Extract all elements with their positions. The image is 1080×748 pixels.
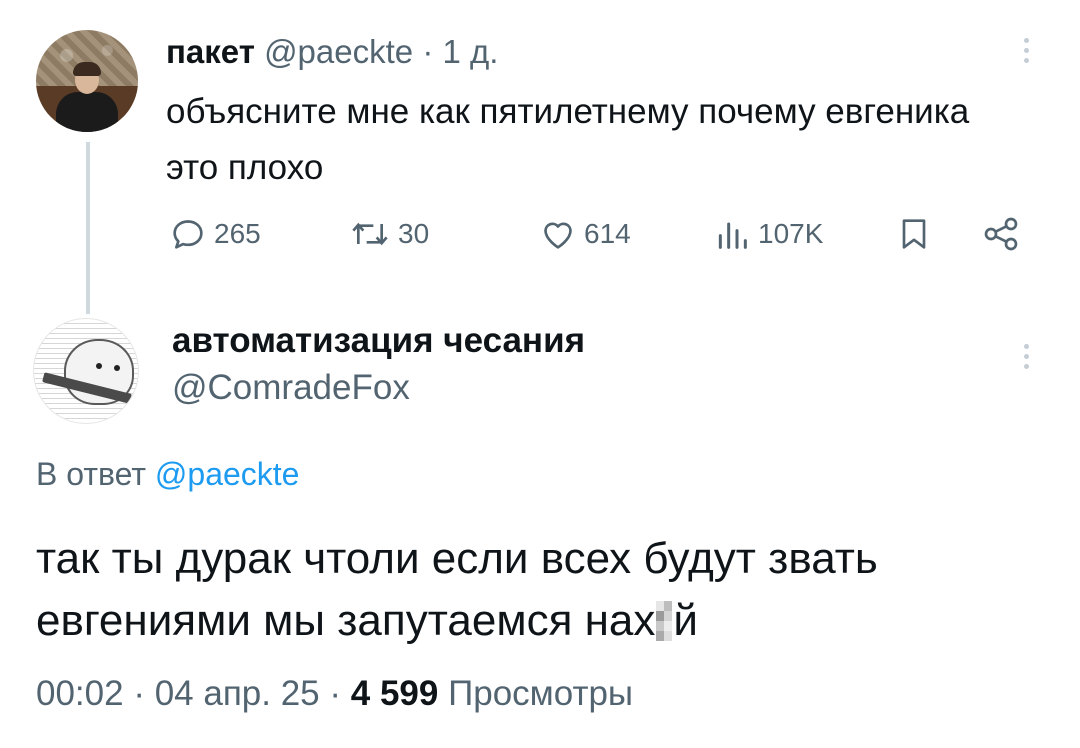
retweet-button[interactable]: 30 bbox=[348, 212, 429, 256]
views-count: 107K bbox=[758, 218, 824, 249]
display-name[interactable]: автоматизация чесания bbox=[172, 320, 585, 362]
reply-count: 265 bbox=[214, 218, 261, 249]
separator-dot: · bbox=[329, 674, 342, 713]
more-icon[interactable] bbox=[1024, 38, 1032, 68]
thread-connector-line bbox=[86, 142, 90, 314]
reply-button[interactable]: 265 bbox=[168, 212, 261, 256]
tweet-text-part: так ты дурак чтоли если всех будут звать… bbox=[36, 534, 878, 645]
views-label: Просмотры bbox=[448, 674, 634, 713]
retweet-icon bbox=[352, 222, 388, 246]
tweet-date[interactable]: 04 апр. 25 bbox=[155, 674, 320, 713]
like-icon bbox=[544, 222, 572, 249]
bookmark-icon bbox=[902, 219, 926, 249]
reply-icon bbox=[173, 220, 203, 249]
avatar[interactable] bbox=[36, 30, 138, 132]
reply-context: В ответ @paeckte bbox=[36, 454, 299, 494]
tweet-text: так ты дурак чтоли если всех будут звать… bbox=[36, 528, 1046, 652]
like-count: 614 bbox=[584, 218, 631, 249]
tweet-time[interactable]: 1 д. bbox=[443, 33, 499, 70]
views-button[interactable]: 107K bbox=[712, 212, 823, 256]
views-icon bbox=[718, 222, 747, 249]
retweet-count: 30 bbox=[398, 218, 430, 249]
separator-dot: · bbox=[422, 33, 434, 70]
separator-dot: · bbox=[133, 674, 145, 713]
bookmark-button[interactable] bbox=[894, 212, 934, 256]
tweet-header: пакет @paeckte · 1 д. bbox=[166, 32, 498, 72]
share-button[interactable] bbox=[980, 212, 1022, 256]
tweet-time[interactable]: 00:02 bbox=[36, 674, 124, 713]
more-icon[interactable] bbox=[1024, 344, 1032, 374]
user-handle[interactable]: @paeckte bbox=[264, 33, 413, 70]
like-button[interactable]: 614 bbox=[538, 212, 631, 256]
tweet-meta: 00:02 · 04 апр. 25 · 4 599 Просмотры bbox=[36, 672, 633, 716]
avatar-eye bbox=[96, 363, 102, 369]
user-handle[interactable]: @ComradeFox bbox=[172, 366, 410, 410]
censor-blur bbox=[656, 601, 673, 641]
avatar[interactable] bbox=[33, 318, 139, 424]
reply-prefix: В ответ bbox=[36, 456, 147, 492]
display-name[interactable]: пакет bbox=[166, 33, 255, 70]
avatar-hair bbox=[73, 62, 101, 76]
views-count: 4 599 bbox=[350, 674, 439, 713]
tweet-text: объясните мне как пятилетнему почему евг… bbox=[166, 92, 970, 187]
tweet-text-part: й bbox=[673, 596, 698, 645]
share-icon bbox=[984, 217, 1018, 251]
reply-to-link[interactable]: @paeckte bbox=[155, 456, 300, 492]
avatar-eye bbox=[114, 365, 120, 371]
avatar-body bbox=[56, 92, 118, 132]
